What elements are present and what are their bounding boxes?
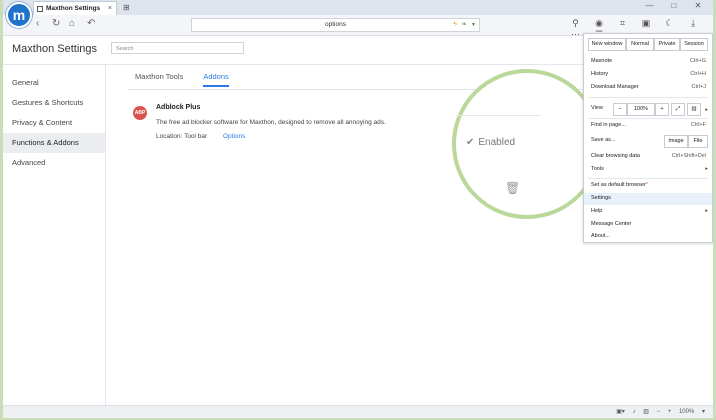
menu-item-settings[interactable]: Settings (584, 193, 712, 205)
back-icon[interactable]: ‹ (36, 18, 39, 29)
dropdown-arrow-icon[interactable]: ▼ (471, 19, 476, 31)
title-bar: m Maxthon Settings × ⊞ — □ ✕ (3, 0, 713, 28)
tab-overview-icon[interactable]: ⊞ (123, 3, 130, 12)
split-view-icon[interactable]: ▥ (687, 103, 701, 116)
browser-window: m Maxthon Settings × ⊞ — □ ✕ ‹ ↻ ⌂ ↶ opt… (3, 0, 713, 418)
save-file-button[interactable]: File (688, 135, 708, 148)
status-icons: ▣▾ ♪ ▥ − + 100% ▾ (610, 408, 705, 415)
night-mode-icon[interactable]: ☾ (659, 18, 680, 29)
lightning-icon[interactable]: ϟ (454, 19, 457, 31)
menu-separator (588, 118, 708, 119)
session-window-button[interactable]: Session (680, 38, 708, 51)
main-menu: New window Normal Private Session Maxnot… (583, 33, 713, 243)
sidebar-item-gestures[interactable]: Gestures & Shortcuts (3, 93, 105, 113)
address-bar[interactable]: options ϟ ❧ ▼ (191, 18, 480, 32)
page-title: Maxthon Settings (12, 43, 97, 55)
reload-icon[interactable]: ↻ (52, 18, 60, 29)
settings-sidebar: General Gestures & Shortcuts Privacy & C… (3, 65, 106, 405)
tab-addons[interactable]: Addons (203, 72, 229, 87)
save-image-button[interactable]: Image (664, 135, 688, 148)
window-controls: — □ ✕ (639, 1, 709, 10)
settings-favicon-icon (37, 6, 43, 12)
addon-description: The free ad blocker software for Maxthon… (156, 119, 386, 126)
new-window-button[interactable]: New window (588, 38, 626, 51)
menu-separator (588, 97, 708, 98)
settings-tabs: Maxthon Tools Addons (135, 72, 247, 87)
private-window-button[interactable]: Private (654, 38, 680, 51)
enabled-label: Enabled (478, 137, 516, 148)
sidebar-item-general[interactable]: General (3, 73, 105, 93)
zoom-in-button[interactable]: + (655, 103, 669, 116)
undo-icon[interactable]: ↶ (87, 18, 95, 29)
user-icon[interactable]: ⚲ (565, 18, 586, 29)
adblock-plus-icon: ABP (133, 106, 147, 120)
enabled-checkbox[interactable]: ✔ Enabled (466, 137, 515, 148)
tab-maxthon-settings[interactable]: Maxthon Settings × (33, 1, 117, 15)
fullscreen-icon[interactable]: ⤢ (671, 103, 685, 116)
status-dropdown-icon[interactable]: ▣▾ (616, 409, 625, 415)
status-zoom-in-icon[interactable]: + (668, 409, 672, 415)
maxthon-logo-button[interactable]: m (6, 2, 32, 28)
address-text: options (325, 21, 346, 28)
status-mute-icon[interactable]: ♪ (633, 409, 636, 415)
home-icon[interactable]: ⌂ (69, 18, 75, 29)
tab-close-icon[interactable]: × (108, 2, 112, 15)
maximize-button[interactable]: □ (663, 1, 685, 10)
magnified-divider (455, 115, 541, 116)
addon-location: Location: Tool bar (156, 133, 208, 140)
search-input[interactable]: Search (111, 42, 244, 54)
status-bar: ▣▾ ♪ ▥ − + 100% ▾ (3, 405, 713, 418)
addon-name: Adblock Plus (156, 104, 201, 111)
zoom-out-button[interactable]: − (613, 103, 627, 116)
checkmark-icon: ✔ (466, 137, 475, 148)
status-zoom-arrow-icon[interactable]: ▾ (702, 409, 705, 415)
minimize-button[interactable]: — (639, 1, 661, 10)
sidebar-item-privacy[interactable]: Privacy & Content (3, 113, 105, 133)
tab-maxthon-tools[interactable]: Maxthon Tools (135, 72, 183, 85)
crop-icon[interactable]: ⌗ (612, 18, 633, 29)
status-split-icon[interactable]: ▥ (643, 409, 649, 415)
abp-icon[interactable]: ◉ (589, 18, 610, 29)
status-zoom-out-icon[interactable]: − (657, 409, 661, 415)
sidebar-item-functions-addons[interactable]: Functions & Addons (3, 133, 105, 153)
status-zoom-level[interactable]: 100% (679, 409, 694, 415)
sidebar-item-advanced[interactable]: Advanced (3, 153, 105, 173)
trash-icon[interactable]: 🗑 (505, 181, 520, 195)
menu-separator (588, 178, 708, 179)
zoom-level: 100% (627, 103, 655, 116)
tab-title: Maxthon Settings (46, 5, 101, 12)
leaf-icon[interactable]: ❧ (462, 19, 467, 31)
snapshot-icon[interactable]: ▣ (636, 18, 657, 29)
addon-options-link[interactable]: Options (223, 133, 245, 140)
normal-window-button[interactable]: Normal (626, 38, 654, 51)
close-window-button[interactable]: ✕ (687, 1, 709, 10)
download-icon[interactable]: ⤓ (683, 18, 704, 29)
